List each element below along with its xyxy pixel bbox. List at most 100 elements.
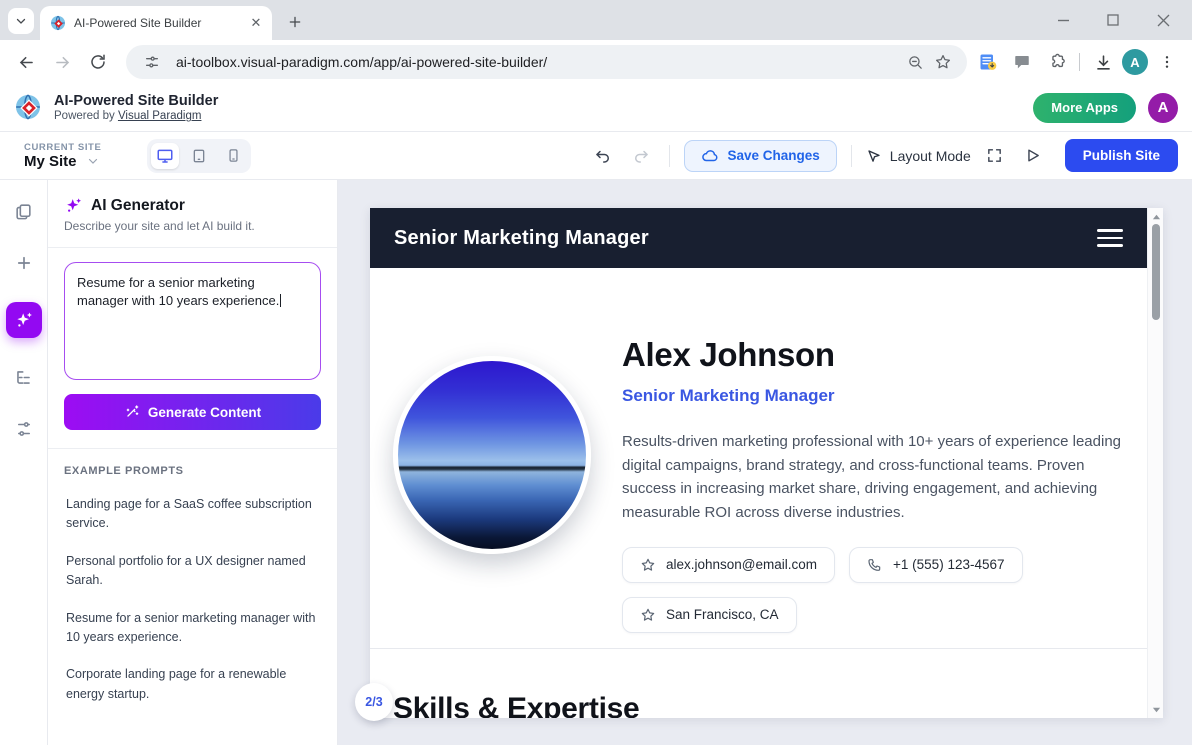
structure-tree-button[interactable]: [11, 364, 37, 390]
prompt-input[interactable]: Resume for a senior marketing manager wi…: [64, 262, 321, 380]
desktop-view-button[interactable]: [151, 143, 179, 169]
comment-icon[interactable]: [1007, 47, 1037, 77]
star-icon: [640, 557, 656, 573]
skills-section-title: Skills & Expertise: [393, 692, 1124, 718]
example-prompt[interactable]: Resume for a senior marketing manager wi…: [64, 609, 321, 648]
preview-play-icon[interactable]: [1019, 142, 1047, 170]
cloud-icon: [701, 147, 719, 165]
fullscreen-icon[interactable]: [981, 142, 1009, 170]
mobile-view-button[interactable]: [219, 143, 247, 169]
hamburger-menu-icon[interactable]: [1097, 229, 1123, 247]
app-toolbar: CURRENT SITE My Site Save Changes: [0, 132, 1192, 180]
minimize-button[interactable]: [1052, 9, 1074, 31]
person-role: Senior Marketing Manager: [622, 386, 1124, 406]
example-prompts: EXAMPLE PROMPTS Landing page for a SaaS …: [48, 449, 337, 720]
app-header: AI-Powered Site Builder Powered by Visua…: [0, 84, 1192, 132]
desktop-icon: [156, 147, 174, 165]
app-title: AI-Powered Site Builder: [54, 93, 218, 110]
reload-button[interactable]: [82, 46, 114, 78]
skills-section: Skills & Expertise: [370, 649, 1147, 718]
panel-title: AI Generator: [91, 197, 185, 215]
panel-subtitle: Describe your site and let AI build it.: [64, 219, 321, 233]
person-summary: Results-driven marketing professional wi…: [622, 430, 1124, 525]
site-preview-canvas: Senior Marketing Manager Alex Johnson Se…: [370, 208, 1163, 718]
maximize-button[interactable]: [1102, 9, 1124, 31]
generate-content-button[interactable]: Generate Content: [64, 394, 321, 430]
scrollbar-thumb[interactable]: [1152, 224, 1160, 320]
tablet-view-button[interactable]: [185, 143, 213, 169]
example-prompts-title: EXAMPLE PROMPTS: [64, 465, 321, 477]
address-bar[interactable]: ai-toolbox.visual-paradigm.com/app/ai-po…: [126, 45, 967, 79]
downloads-icon[interactable]: [1088, 47, 1118, 77]
browser-window: AI-Powered Site Builder ✕ ai-toolbox.vis…: [0, 0, 1192, 745]
panel-header: AI Generator Describe your site and let …: [48, 180, 337, 248]
plus-icon: [15, 254, 33, 272]
more-apps-button[interactable]: More Apps: [1033, 93, 1136, 123]
app-titles: AI-Powered Site Builder Powered by Visua…: [54, 93, 218, 122]
settings-sliders-icon: [15, 420, 33, 438]
visual-paradigm-logo: [14, 93, 44, 123]
browser-profile-avatar[interactable]: A: [1122, 49, 1148, 75]
zoom-out-icon[interactable]: [901, 48, 929, 76]
side-panel-icon[interactable]: [973, 47, 1003, 77]
window-controls: [1052, 0, 1184, 40]
current-site-selector[interactable]: CURRENT SITE My Site: [24, 142, 101, 170]
new-tab-button[interactable]: [282, 9, 308, 35]
profile-photo: [393, 356, 591, 554]
favicon-icon: [50, 15, 66, 31]
scroll-down-icon[interactable]: [1148, 702, 1163, 716]
bookmark-star-icon[interactable]: [929, 48, 957, 76]
tree-list-icon: [14, 368, 33, 387]
scroll-up-icon[interactable]: [1148, 210, 1163, 224]
chevron-down-icon: [87, 155, 99, 167]
generation-progress-badge: 2/3: [355, 683, 393, 721]
url-text[interactable]: ai-toolbox.visual-paradigm.com/app/ai-po…: [176, 54, 901, 70]
star-icon: [640, 607, 656, 623]
left-icon-rail: [0, 180, 48, 745]
ai-generator-button[interactable]: [6, 302, 42, 338]
phone-icon: [867, 557, 883, 573]
publish-site-button[interactable]: Publish Site: [1065, 139, 1178, 172]
preview-scrollbar[interactable]: [1147, 208, 1163, 718]
layout-mode-button[interactable]: Layout Mode: [866, 148, 971, 164]
preview-stage: Senior Marketing Manager Alex Johnson Se…: [338, 180, 1192, 745]
example-prompt[interactable]: Personal portfolio for a UX designer nam…: [64, 552, 321, 591]
undo-button[interactable]: [589, 142, 617, 170]
tablet-icon: [191, 148, 207, 164]
site-name: My Site: [24, 153, 77, 170]
example-prompt[interactable]: Corporate landing page for a renewable e…: [64, 665, 321, 704]
pages-icon: [14, 202, 33, 221]
tab-search-button[interactable]: [8, 8, 34, 34]
add-section-button[interactable]: [11, 250, 37, 276]
forward-button[interactable]: [46, 46, 78, 78]
example-prompt[interactable]: Landing page for a SaaS coffee subscript…: [64, 495, 321, 534]
save-changes-button[interactable]: Save Changes: [684, 140, 836, 172]
tab-close-icon[interactable]: ✕: [248, 15, 264, 31]
powered-by: Powered by Visual Paradigm: [54, 110, 218, 122]
extensions-puzzle-icon[interactable]: [1041, 47, 1071, 77]
site-settings-icon[interactable]: [138, 48, 166, 76]
text-caret: [280, 294, 281, 307]
mobile-icon: [226, 148, 241, 163]
back-button[interactable]: [10, 46, 42, 78]
contact-chip-email[interactable]: alex.johnson@email.com: [622, 547, 835, 583]
preview-site-nav: Senior Marketing Manager: [370, 208, 1147, 268]
browser-toolbar: ai-toolbox.visual-paradigm.com/app/ai-po…: [0, 40, 1192, 84]
redo-button[interactable]: [627, 142, 655, 170]
settings-button[interactable]: [11, 416, 37, 442]
contact-chip-phone[interactable]: +1 (555) 123-4567: [849, 547, 1022, 583]
user-avatar[interactable]: A: [1148, 93, 1178, 123]
toolbar-separator: [669, 145, 670, 167]
tab-title: AI-Powered Site Builder: [74, 16, 240, 30]
contact-chips: alex.johnson@email.com +1 (555) 123-4567…: [622, 547, 1042, 633]
pages-button[interactable]: [11, 198, 37, 224]
ai-generator-panel: AI Generator Describe your site and let …: [48, 180, 338, 745]
kebab-menu-icon[interactable]: [1152, 47, 1182, 77]
browser-tab[interactable]: AI-Powered Site Builder ✕: [40, 6, 272, 40]
contact-chip-location[interactable]: San Francisco, CA: [622, 597, 797, 633]
chevron-down-icon: [15, 15, 27, 27]
close-button[interactable]: [1152, 9, 1174, 31]
browser-titlebar: AI-Powered Site Builder ✕: [0, 0, 1192, 40]
visual-paradigm-link[interactable]: Visual Paradigm: [118, 110, 202, 122]
current-site-label: CURRENT SITE: [24, 142, 101, 153]
